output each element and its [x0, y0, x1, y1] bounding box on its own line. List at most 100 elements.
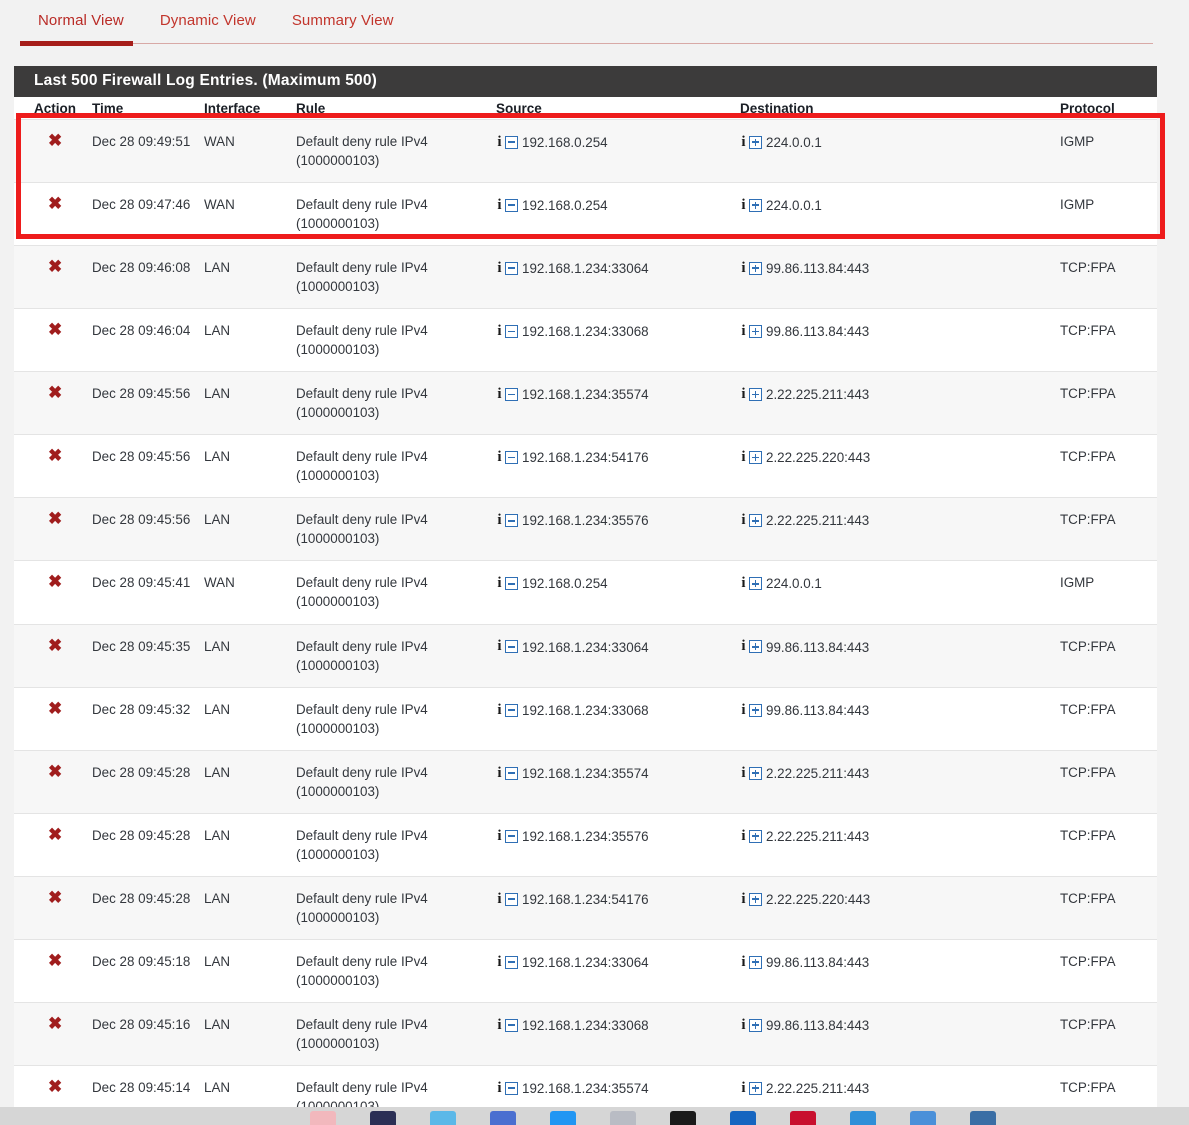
taskbar-app-icon[interactable]	[790, 1111, 816, 1125]
table-row[interactable]: ✖ Dec 28 09:45:35 LAN Default deny rule IPv…	[14, 623, 1157, 688]
taskbar-app-icon[interactable]	[490, 1111, 516, 1125]
minus-box-icon[interactable]	[505, 703, 518, 717]
tab-dynamic-view[interactable]: Dynamic View	[142, 0, 274, 39]
table-row[interactable]: ✖ Dec 28 09:45:18 LAN Default deny rule IPv…	[14, 938, 1157, 1003]
plus-box-icon[interactable]	[749, 577, 762, 591]
info-icon[interactable]: i	[740, 1080, 747, 1096]
destination-icon-group[interactable]: i	[740, 387, 766, 402]
log-action-cell[interactable]: ✖	[14, 686, 92, 751]
log-action-cell[interactable]: ✖	[14, 308, 92, 372]
plus-box-icon[interactable]	[749, 451, 762, 465]
taskbar-app-icon[interactable]	[670, 1111, 696, 1125]
table-row[interactable]: ✖ Dec 28 09:45:56 LAN Default deny rule IPv…	[14, 497, 1157, 561]
log-action-cell[interactable]: ✖	[14, 938, 92, 1003]
source-icon-group[interactable]: i	[496, 513, 522, 528]
source-icon-group[interactable]: i	[496, 954, 522, 970]
source-icon-group[interactable]: i	[496, 576, 522, 591]
taskbar-app-icon[interactable]	[850, 1111, 876, 1125]
minus-box-icon[interactable]	[505, 1081, 518, 1095]
source-icon-group[interactable]: i	[496, 134, 522, 150]
minus-box-icon[interactable]	[505, 955, 518, 969]
table-row[interactable]: ✖ Dec 28 09:46:08 LAN Default deny rule IPv…	[14, 245, 1157, 309]
table-row[interactable]: ✖ Dec 28 09:45:28 LAN Default deny rule IPv…	[14, 875, 1157, 940]
source-icon-group[interactable]: i	[496, 702, 522, 718]
column-header-time[interactable]: Time	[92, 97, 204, 120]
plus-box-icon[interactable]	[749, 766, 762, 780]
destination-icon-group[interactable]: i	[740, 261, 766, 276]
table-row[interactable]: ✖ Dec 28 09:49:51 WAN Default deny rule IPv…	[14, 118, 1157, 183]
minus-box-icon[interactable]	[505, 1018, 518, 1032]
plus-box-icon[interactable]	[749, 199, 762, 213]
plus-box-icon[interactable]	[749, 1018, 762, 1032]
table-row[interactable]: ✖ Dec 28 09:45:56 LAN Default deny rule IPv…	[14, 434, 1157, 498]
taskbar-app-icon[interactable]	[730, 1111, 756, 1125]
destination-icon-group[interactable]: i	[740, 513, 766, 528]
minus-box-icon[interactable]	[505, 451, 518, 465]
column-header-destination[interactable]: Destination	[740, 97, 1060, 120]
info-icon[interactable]: i	[496, 1017, 503, 1033]
info-icon[interactable]: i	[496, 891, 503, 907]
log-action-cell[interactable]: ✖	[14, 497, 92, 561]
destination-icon-group[interactable]: i	[740, 828, 766, 844]
destination-icon-group[interactable]: i	[740, 702, 766, 718]
destination-icon-group[interactable]: i	[740, 891, 766, 907]
taskbar-app-icon[interactable]	[370, 1111, 396, 1125]
info-icon[interactable]: i	[496, 324, 503, 339]
destination-icon-group[interactable]: i	[740, 134, 766, 150]
info-icon[interactable]: i	[740, 765, 747, 781]
source-icon-group[interactable]: i	[496, 324, 522, 339]
destination-icon-group[interactable]: i	[740, 450, 766, 465]
info-icon[interactable]: i	[496, 513, 503, 528]
taskbar-app-icon[interactable]	[430, 1111, 456, 1125]
info-icon[interactable]: i	[740, 1017, 747, 1033]
taskbar-app-icon[interactable]	[310, 1111, 336, 1125]
taskbar-app-icon[interactable]	[550, 1111, 576, 1125]
log-action-cell[interactable]: ✖	[14, 875, 92, 940]
minus-box-icon[interactable]	[505, 135, 518, 149]
log-action-cell[interactable]: ✖	[14, 118, 92, 183]
column-header-action[interactable]: Action	[14, 97, 92, 120]
plus-box-icon[interactable]	[749, 829, 762, 843]
info-icon[interactable]: i	[496, 702, 503, 718]
info-icon[interactable]: i	[740, 576, 747, 591]
minus-box-icon[interactable]	[505, 892, 518, 906]
tab-normal-view[interactable]: Normal View	[20, 0, 142, 39]
info-icon[interactable]: i	[740, 954, 747, 970]
log-action-cell[interactable]: ✖	[14, 1001, 92, 1066]
plus-box-icon[interactable]	[749, 388, 762, 402]
log-action-cell[interactable]: ✖	[14, 560, 92, 624]
plus-box-icon[interactable]	[749, 955, 762, 969]
minus-box-icon[interactable]	[505, 514, 518, 528]
destination-icon-group[interactable]: i	[740, 765, 766, 781]
plus-box-icon[interactable]	[749, 262, 762, 276]
destination-icon-group[interactable]: i	[740, 1017, 766, 1033]
minus-box-icon[interactable]	[505, 262, 518, 276]
table-row[interactable]: ✖ Dec 28 09:45:16 LAN Default deny rule IPv…	[14, 1001, 1157, 1066]
destination-icon-group[interactable]: i	[740, 954, 766, 970]
source-icon-group[interactable]: i	[496, 891, 522, 907]
table-row[interactable]: ✖ Dec 28 09:47:46 WAN Default deny rule IPv…	[14, 182, 1157, 246]
info-icon[interactable]: i	[740, 639, 747, 654]
info-icon[interactable]: i	[740, 324, 747, 339]
info-icon[interactable]: i	[496, 198, 503, 213]
minus-box-icon[interactable]	[505, 577, 518, 591]
source-icon-group[interactable]: i	[496, 1017, 522, 1033]
log-action-cell[interactable]: ✖	[14, 371, 92, 435]
table-row[interactable]: ✖ Dec 28 09:46:04 LAN Default deny rule IPv…	[14, 308, 1157, 372]
info-icon[interactable]: i	[740, 387, 747, 402]
source-icon-group[interactable]: i	[496, 387, 522, 402]
log-action-cell[interactable]: ✖	[14, 245, 92, 309]
column-header-source[interactable]: Source	[496, 97, 740, 120]
minus-box-icon[interactable]	[505, 325, 518, 339]
info-icon[interactable]: i	[496, 261, 503, 276]
info-icon[interactable]: i	[740, 134, 747, 150]
info-icon[interactable]: i	[496, 954, 503, 970]
info-icon[interactable]: i	[740, 513, 747, 528]
destination-icon-group[interactable]: i	[740, 576, 766, 591]
info-icon[interactable]: i	[740, 828, 747, 844]
destination-icon-group[interactable]: i	[740, 324, 766, 339]
info-icon[interactable]: i	[740, 702, 747, 718]
log-action-cell[interactable]: ✖	[14, 434, 92, 498]
taskbar-app-icon[interactable]	[910, 1111, 936, 1125]
source-icon-group[interactable]: i	[496, 198, 522, 213]
